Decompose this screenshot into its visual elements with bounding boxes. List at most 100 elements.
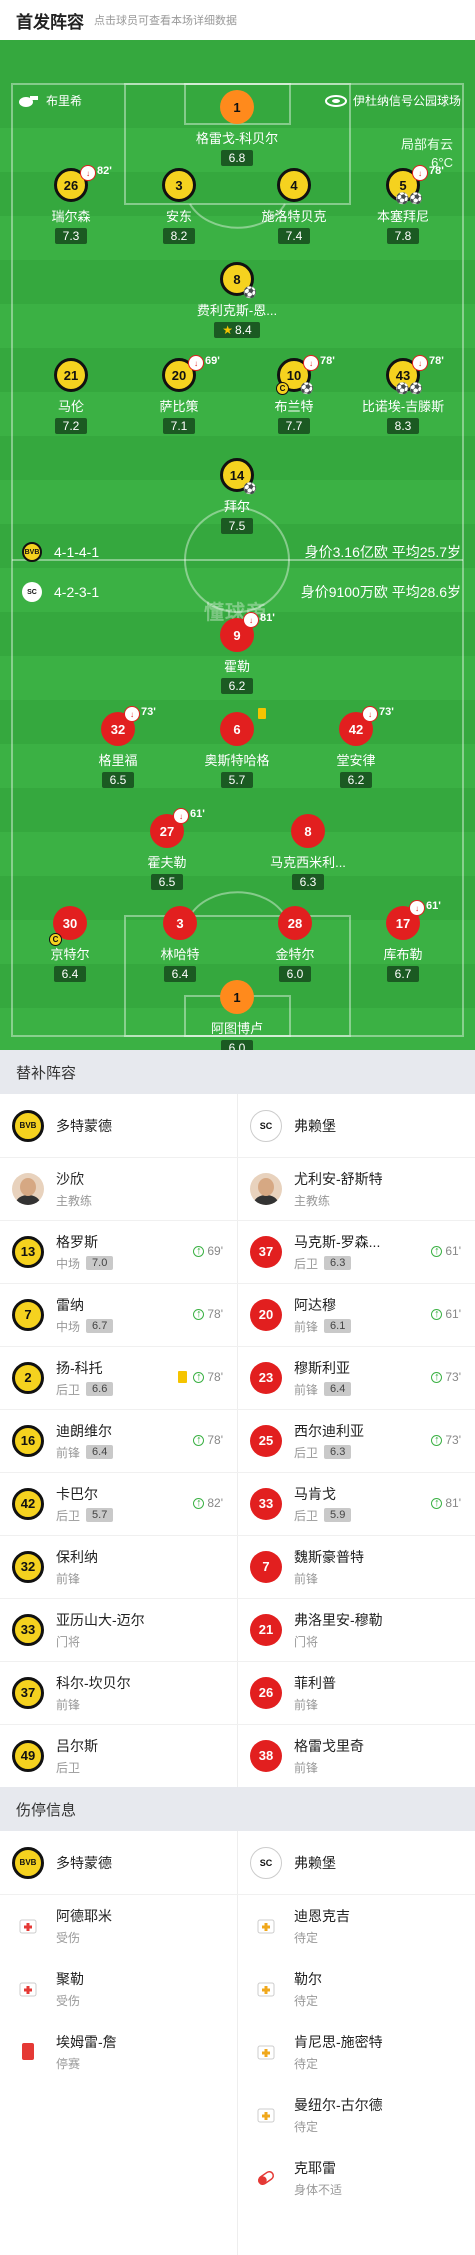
home-value: 身价3.16亿欧 平均25.7岁 (304, 544, 461, 560)
coach-row[interactable]: 沙欣 主教练 (0, 1157, 237, 1220)
sub-player-row[interactable]: 33 马肯戈 后卫 5.9 ↑ 81' (238, 1472, 475, 1535)
player-card[interactable]: 4 施洛特贝克 7.4 (234, 168, 354, 245)
medkit-yellow-icon (256, 1979, 276, 1999)
player-card[interactable]: 30 C 京特尔 6.4 (10, 906, 130, 983)
player-number: 8 (233, 271, 241, 287)
player-rating: 6.2 (339, 772, 373, 788)
player-rating: 5.9 (324, 1508, 352, 1522)
sub-player-row[interactable]: 23 穆斯利亚 前锋 6.4 ↑ 73' (238, 1346, 475, 1409)
player-card[interactable]: 43 ↓ 78' ⚽⚽ 比诺埃-吉滕斯 8.3 (343, 355, 463, 435)
player-card[interactable]: 20 ↓ 69' 萨比策 7.1 (119, 355, 239, 435)
player-card[interactable]: 9 ↓ 81' 霍勒 6.2 (177, 612, 297, 695)
sub-minute: 69' (207, 1244, 223, 1258)
sub-player-row[interactable]: 7 魏斯豪普特 前锋 (238, 1535, 475, 1598)
player-rating: ★ 8.4 (214, 322, 260, 338)
player-card[interactable]: 8 马克西米利... 6.3 (248, 814, 368, 891)
player-number: 49 (12, 1739, 44, 1772)
player-card[interactable]: 26 ↓ 82' 瑞尔森 7.3 (11, 165, 131, 245)
home-team-text: 布里希 (46, 94, 83, 108)
injury-status: 停赛 (56, 2056, 81, 2071)
player-card[interactable]: 14 ⚽ 拜尔 7.5 (177, 458, 297, 535)
sub-player-row[interactable]: 20 阿达穆 前锋 6.1 ↑ 61' (238, 1283, 475, 1346)
player-name: 金特尔 (275, 947, 315, 962)
player-number: 7 (250, 1550, 282, 1583)
player-name: 保利纳 (56, 1548, 98, 1565)
sub-player-row[interactable]: 37 马克斯-罗森... 后卫 6.3 ↑ 61' (238, 1220, 475, 1283)
player-number: 38 (250, 1739, 282, 1772)
player-rating: 6.2 (220, 678, 254, 694)
player-card[interactable]: 1 格雷戈-科贝尔 6.8 (177, 90, 297, 167)
red-card-icon (18, 2042, 38, 2062)
player-card[interactable]: 32 ↓ 73' 格里福 6.5 (58, 706, 178, 789)
sub-in-icon: ↑ (193, 1245, 205, 1257)
sub-out-icon: ↓ (124, 706, 140, 722)
player-position: 后卫 (294, 1445, 319, 1460)
sub-player-row[interactable]: 42 卡巴尔 后卫 5.7 ↑ 82' (0, 1472, 237, 1535)
injury-row[interactable]: 埃姆雷-詹停赛 (0, 2020, 237, 2083)
player-number: 43 (395, 367, 411, 383)
player-card[interactable]: 1 阿图博卢 6.0 (177, 980, 297, 1050)
sub-player-row[interactable]: 37 科尔-坎贝尔 前锋 (0, 1661, 237, 1724)
player-card[interactable]: 21 马伦 7.2 (11, 358, 131, 435)
injury-row[interactable]: 曼纽尔-古尔德 待定 (238, 2083, 475, 2146)
sub-player-row[interactable]: 26 菲利普 前锋 (238, 1661, 475, 1724)
injury-status: 待定 (294, 1930, 319, 1945)
player-number: 20 (250, 1298, 282, 1331)
injury-row[interactable]: 阿德耶米 受伤 (0, 1894, 237, 1957)
sub-player-row[interactable]: 21 弗洛里安-穆勒 门将 (238, 1598, 475, 1661)
yellow-card-icon (178, 1371, 188, 1383)
sub-player-row[interactable]: 25 西尔迪利亚 后卫 6.3 ↑ 73' (238, 1409, 475, 1472)
sub-in-icon: ↑ (431, 1308, 443, 1320)
player-name: 肯尼思-施密特 (294, 2033, 383, 2050)
player-card[interactable]: 10 ↓ 78' C ⚽ 布兰特 7.7 (234, 355, 354, 435)
player-number: 4 (277, 168, 311, 202)
player-card[interactable]: 5 ↓ 78' ⚽⚽ 本塞拜尼 7.8 (343, 165, 463, 245)
player-card[interactable]: 28 金特尔 6.0 (235, 906, 355, 983)
sub-minute: 61' (445, 1244, 461, 1258)
injury-row[interactable]: 克耶雷 身体不适 (238, 2146, 475, 2209)
player-position: 中场 (56, 1319, 81, 1334)
player-rating: 6.3 (324, 1445, 352, 1459)
player-name: 埃姆雷-詹 (56, 2033, 117, 2050)
stadium: 伊杜纳信号公园球场 (324, 92, 461, 109)
player-name: 西尔迪利亚 (294, 1422, 364, 1439)
player-name: 克耶雷 (294, 2159, 336, 2176)
player-card[interactable]: 6 奥斯特哈格 5.7 (177, 708, 297, 789)
row-divider (0, 1346, 475, 1347)
sub-player-row[interactable]: 13 格罗斯 中场 7.0 ↑ 69' (0, 1220, 237, 1283)
injury-row[interactable]: 聚勒 受伤 (0, 1957, 237, 2020)
player-rating: 6.8 (220, 150, 254, 166)
medkit-red-icon (18, 1979, 38, 1999)
player-number: 2 (12, 1361, 44, 1394)
injury-row[interactable]: 勒尔 待定 (238, 1957, 475, 2020)
injury-row[interactable]: 肯尼思-施密特 待定 (238, 2020, 475, 2083)
player-card[interactable]: 42 ↓ 73' 堂安律 6.2 (296, 706, 416, 789)
sub-player-row[interactable]: 49 吕尔斯 后卫 (0, 1724, 237, 1787)
player-rating: 7.0 (86, 1256, 114, 1270)
player-name: 拜尔 (223, 499, 250, 514)
player-card[interactable]: 8 ⚽ 费利克斯-恩... ★ 8.4 (177, 262, 297, 339)
away-formation: SC 4-2-3-1 (22, 582, 99, 602)
coach-row[interactable]: 尤利安-舒斯特 主教练 (238, 1157, 475, 1220)
sub-player-row[interactable]: 32 保利纳 前锋 (0, 1535, 237, 1598)
player-position: 前锋 (294, 1319, 319, 1334)
sub-player-row[interactable]: 33 亚历山大-迈尔 门将 (0, 1598, 237, 1661)
player-card[interactable]: 3 安东 8.2 (119, 168, 239, 245)
player-number: 5 (399, 177, 407, 193)
away-value: 身价9100万欧 平均28.6岁 (300, 584, 461, 600)
player-card[interactable]: 17 ↓ 61' 库布勒 6.7 (343, 900, 463, 983)
sub-player-row[interactable]: 2 扬-科托 后卫 6.6 ↑ 78' (0, 1346, 237, 1409)
injury-row[interactable]: 迪恩克吉 待定 (238, 1894, 475, 1957)
player-card[interactable]: 3 林哈特 6.4 (120, 906, 240, 983)
sub-player-row[interactable]: 38 格雷戈里奇 前锋 (238, 1724, 475, 1787)
player-card[interactable]: 27 ↓ 61' 霍夫勒 6.5 (107, 808, 227, 891)
player-name: 阿图博卢 (210, 1021, 263, 1036)
player-name: 格里福 (98, 753, 138, 768)
player-number: 33 (250, 1487, 282, 1520)
player-number: 21 (54, 358, 88, 392)
player-position: 前锋 (294, 1571, 319, 1586)
sub-player-row[interactable]: 16 迪朗维尔 前锋 6.4 ↑ 78' (0, 1409, 237, 1472)
sub-player-row[interactable]: 7 雷纳 中场 6.7 ↑ 78' (0, 1283, 237, 1346)
player-number: 3 (162, 168, 196, 202)
player-name: 穆斯利亚 (294, 1359, 350, 1376)
